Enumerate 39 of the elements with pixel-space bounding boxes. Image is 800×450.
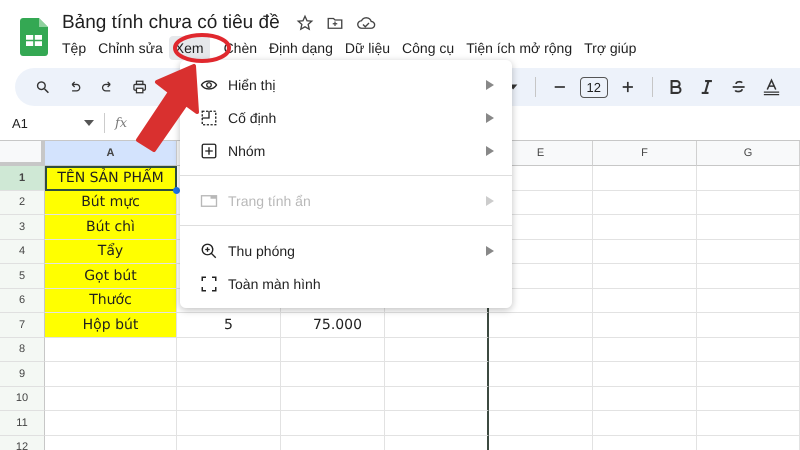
table-cell: 75.000 [281, 313, 385, 338]
table-cell: 5 [177, 313, 281, 338]
row-header[interactable]: 6 [0, 288, 45, 313]
row-header[interactable]: 1 [0, 166, 45, 190]
name-box[interactable]: A1 [12, 116, 76, 130]
table-cell: Bút mực [45, 190, 177, 215]
document-title[interactable]: Bảng tính chưa có tiêu đề [62, 12, 280, 34]
menu-item[interactable]: Dữ liệu [338, 36, 396, 60]
row-header[interactable]: 8 [0, 338, 45, 362]
column-header[interactable]: A [45, 141, 177, 166]
menu-item[interactable]: Chỉnh sửa [92, 36, 169, 60]
menu-item[interactable]: Công cụ [396, 36, 460, 60]
row-header[interactable]: 9 [0, 362, 45, 386]
row-header[interactable]: 3 [0, 215, 45, 240]
column-header[interactable]: F [593, 141, 697, 166]
table-cell: Tẩy [45, 240, 177, 264]
column-header[interactable]: G [697, 141, 800, 166]
row-header[interactable]: 10 [0, 386, 45, 411]
row-header[interactable]: 7 [0, 313, 45, 338]
menu-item[interactable]: Tệp [56, 36, 92, 60]
menu-option[interactable]: Cố định [200, 101, 512, 134]
menu-item[interactable]: Tiện ích mở rộng [460, 36, 578, 60]
menu-option[interactable]: Toàn màn hình [200, 267, 512, 300]
table-cell: Gọt bút [45, 264, 177, 288]
row-header[interactable]: 2 [0, 190, 45, 215]
table-cell: Hộp bút [45, 313, 177, 338]
table-cell: Thước [45, 288, 177, 313]
table-cell: TÊN SẢN PHẨM [45, 166, 177, 190]
menu-option[interactable]: Hiển thị [200, 68, 512, 101]
table-cell: Bút chì [45, 215, 177, 240]
font-size-field[interactable]: 12 [580, 76, 608, 98]
row-header[interactable]: 5 [0, 264, 45, 288]
row-header[interactable]: 12 [0, 436, 45, 450]
menu-item[interactable]: Định dạng [263, 36, 339, 60]
formula-label: fx [115, 116, 128, 130]
menu-item[interactable]: Trợ giúp [578, 36, 642, 60]
row-header[interactable]: 4 [0, 240, 45, 264]
menu-option[interactable]: Thu phóng [200, 234, 512, 267]
row-header[interactable]: 11 [0, 411, 45, 436]
